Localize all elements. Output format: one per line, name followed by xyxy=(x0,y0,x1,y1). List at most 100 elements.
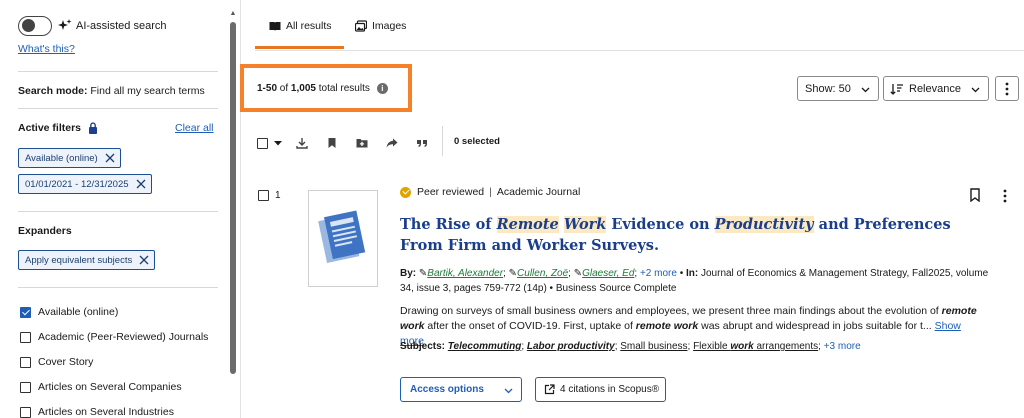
title-highlight: Work xyxy=(563,216,607,233)
search-mode-label: Search mode: xyxy=(18,85,88,97)
close-icon[interactable] xyxy=(104,152,116,164)
author-link[interactable]: Bartik, Alexander xyxy=(427,268,503,279)
limiter-label: Articles on Several Companies xyxy=(38,381,182,393)
search-mode: Search mode: Find all my search terms xyxy=(18,85,205,97)
bookmark-outline-icon[interactable] xyxy=(969,188,981,202)
filter-chip-label: 01/01/2021 - 12/31/2025 xyxy=(25,178,129,190)
peer-reviewed-label: Peer reviewed xyxy=(417,186,485,198)
kebab-menu-icon[interactable] xyxy=(1000,189,1010,203)
results-of: of xyxy=(279,82,289,94)
subject-link[interactable]: Labor productivity xyxy=(527,341,615,352)
scrollbar-thumb[interactable] xyxy=(230,22,236,374)
bulk-actions-toolbar xyxy=(257,132,446,154)
cite-icon[interactable] xyxy=(416,137,428,149)
scopus-citations-button[interactable]: 4 citations in Scopus® xyxy=(535,377,666,402)
result-subjects: Subjects: Telecommuting; Labor productiv… xyxy=(400,341,861,352)
abstract-text: after the onset of COVID-19. First, upta… xyxy=(424,320,636,332)
abstract-text: was abrupt and widespread in jobs suitab… xyxy=(698,320,932,332)
active-filters-label: Active filters xyxy=(18,122,82,134)
filter-chip-available-online[interactable]: Available (online) xyxy=(18,148,121,168)
more-authors-link[interactable]: +2 more xyxy=(640,268,677,279)
publication-type: Academic Journal xyxy=(496,186,581,198)
external-link-icon xyxy=(544,384,555,395)
results-tabs: All results Images xyxy=(255,0,1024,50)
tabs-divider xyxy=(255,50,1024,51)
chevron-down-icon xyxy=(504,388,513,394)
author-link[interactable]: Cullen, Zoë xyxy=(517,268,568,279)
subject-text: arrangements xyxy=(753,341,819,352)
access-options-button[interactable]: Access options xyxy=(400,377,522,402)
by-label: By: xyxy=(400,268,417,279)
chevron-down-icon xyxy=(971,87,980,93)
tab-label: Images xyxy=(372,20,407,32)
title-highlight: Productivity xyxy=(714,216,814,233)
close-icon[interactable] xyxy=(135,178,147,190)
scroll-up-arrow-icon[interactable]: ▲ xyxy=(229,10,237,18)
result-thumbnail[interactable] xyxy=(308,190,378,287)
checkbox[interactable] xyxy=(20,381,31,393)
limiter-several-companies[interactable]: Articles on Several Companies xyxy=(20,381,182,393)
subject-link[interactable]: Flexible work arrangements xyxy=(693,341,818,352)
more-options-button[interactable] xyxy=(995,76,1019,101)
book-icon xyxy=(269,22,281,31)
limiter-available-online[interactable]: Available (online) xyxy=(20,306,118,318)
sort-select[interactable]: Relevance xyxy=(883,76,989,101)
tab-images[interactable]: Images xyxy=(355,20,406,32)
result-checkbox[interactable] xyxy=(258,190,269,201)
more-subjects-link[interactable]: +3 more xyxy=(824,341,861,352)
tab-label: All results xyxy=(286,20,332,32)
divider xyxy=(18,71,218,72)
show-per-page-select[interactable]: Show: 50 xyxy=(797,76,879,101)
checkbox[interactable] xyxy=(20,306,31,318)
result-number: 1 xyxy=(275,190,281,201)
checkbox[interactable] xyxy=(20,356,31,368)
ai-search-label: AI-assisted search xyxy=(76,20,167,32)
expanders-heading: Expanders xyxy=(18,225,72,237)
caret-down-icon[interactable] xyxy=(274,137,282,149)
limiter-several-industries[interactable]: Articles on Several Industries xyxy=(20,406,174,418)
checkbox[interactable] xyxy=(20,331,31,343)
abstract-highlight: remote work xyxy=(635,320,699,332)
subject-link[interactable]: Small business xyxy=(620,341,687,352)
access-options-label: Access options xyxy=(410,384,484,395)
download-icon[interactable] xyxy=(296,137,308,149)
subject-highlight: work xyxy=(730,341,754,352)
expander-chip-equivalent-subjects[interactable]: Apply equivalent subjects xyxy=(18,250,156,270)
filter-chip-date-range[interactable]: 01/01/2021 - 12/31/2025 xyxy=(18,174,152,194)
limiter-label: Available (online) xyxy=(38,306,119,318)
sidebar-scrollbar[interactable]: ▲ xyxy=(229,10,237,418)
separator: | xyxy=(489,186,492,198)
title-text: Evidence on xyxy=(606,216,715,233)
title-text: The Rise of xyxy=(400,216,497,233)
add-to-folder-icon[interactable] xyxy=(356,137,368,149)
whats-this-link[interactable]: What's this? xyxy=(18,43,75,55)
limiter-cover-story[interactable]: Cover Story xyxy=(20,356,93,368)
active-filters-heading: Active filters xyxy=(18,122,98,134)
clear-all-link[interactable]: Clear all xyxy=(175,122,214,134)
info-icon[interactable]: i xyxy=(376,82,388,94)
database-name: Business Source Complete xyxy=(555,283,677,294)
close-icon[interactable] xyxy=(138,254,150,266)
sort-label: Relevance xyxy=(909,82,961,95)
filter-chip-label: Available (online) xyxy=(25,152,98,164)
journal-article-icon xyxy=(318,210,366,264)
tab-all-results[interactable]: All results xyxy=(269,20,332,32)
search-mode-value: Find all my search terms xyxy=(90,85,205,97)
ai-search-toggle-row: AI-assisted search xyxy=(18,16,166,36)
subject-link[interactable]: Telecommuting xyxy=(448,341,522,352)
share-icon[interactable] xyxy=(386,137,398,149)
lock-icon xyxy=(89,122,98,134)
select-all-checkbox[interactable] xyxy=(257,137,268,149)
result-title-link[interactable]: The Rise of Remote Work Evidence on Prod… xyxy=(400,214,970,256)
ai-search-toggle[interactable] xyxy=(18,16,52,36)
checkbox[interactable] xyxy=(20,406,31,418)
chevron-down-icon xyxy=(861,87,870,93)
author-link[interactable]: Glaeser, Ed xyxy=(582,268,634,279)
scopus-citations-label: 4 citations in Scopus® xyxy=(560,384,660,395)
limiter-peer-reviewed[interactable]: Academic (Peer-Reviewed) Journals xyxy=(20,331,208,343)
results-suffix: total results xyxy=(318,82,370,94)
abstract-text: Drawing on surveys of small business own… xyxy=(400,305,942,317)
author-icon: ✎ xyxy=(573,268,583,279)
bookmark-icon[interactable] xyxy=(326,137,338,149)
sidebar-divider xyxy=(240,0,241,418)
